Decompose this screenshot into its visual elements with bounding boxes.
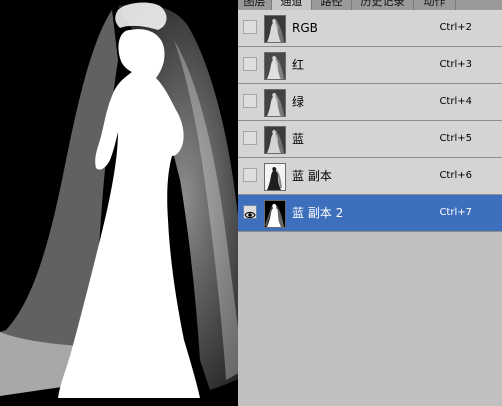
- channel-thumbnail: [264, 89, 286, 117]
- channel-name: 蓝 副本 2: [292, 206, 344, 220]
- visibility-toggle[interactable]: [243, 94, 257, 108]
- channel-list: RGB Ctrl+2 红 Ctrl+3 绿 Ctrl+4 蓝 Ctrl+5 蓝 …: [238, 10, 502, 232]
- eye-icon: [244, 211, 256, 219]
- channel-row-red[interactable]: 红 Ctrl+3: [238, 47, 502, 84]
- channel-thumbnail: [264, 163, 286, 191]
- visibility-toggle[interactable]: [243, 20, 257, 34]
- channel-name: 蓝: [292, 132, 305, 146]
- channel-row-blue[interactable]: 蓝 Ctrl+5: [238, 121, 502, 158]
- bride-mask-image: [0, 2, 252, 399]
- tab-history[interactable]: 历史记录: [352, 0, 414, 10]
- tab-paths[interactable]: 路径: [312, 0, 352, 10]
- channel-row-green[interactable]: 绿 Ctrl+4: [238, 84, 502, 121]
- panel-tab-bar: 图层 通道 路径 历史记录 动作: [238, 0, 502, 10]
- tab-layers[interactable]: 图层: [238, 0, 272, 10]
- channel-shortcut: Ctrl+2: [439, 22, 472, 33]
- channel-row-rgb[interactable]: RGB Ctrl+2: [238, 10, 502, 47]
- channel-shortcut: Ctrl+7: [439, 207, 472, 218]
- channel-name: 绿: [292, 95, 305, 109]
- channel-shortcut: Ctrl+6: [439, 170, 472, 181]
- channel-name: 蓝 副本: [292, 169, 332, 183]
- channel-thumbnail: [264, 200, 286, 228]
- visibility-toggle[interactable]: [243, 57, 257, 71]
- channel-thumbnail: [264, 15, 286, 43]
- channel-shortcut: Ctrl+5: [439, 133, 472, 144]
- visibility-toggle[interactable]: [243, 131, 257, 145]
- visibility-toggle[interactable]: [243, 168, 257, 182]
- channel-shortcut: Ctrl+4: [439, 96, 472, 107]
- channel-name: RGB: [292, 21, 318, 35]
- channel-shortcut: Ctrl+3: [439, 59, 472, 70]
- channels-panel: 图层 通道 路径 历史记录 动作 RGB Ctrl+2 红 Ctrl+3 绿 C…: [238, 0, 502, 406]
- channel-thumbnail: [264, 126, 286, 154]
- channel-thumbnail: [264, 52, 286, 80]
- channel-row-blue-copy-2[interactable]: 蓝 副本 2 Ctrl+7: [238, 195, 502, 232]
- tab-channels[interactable]: 通道: [272, 0, 312, 10]
- channel-name: 红: [292, 58, 305, 72]
- photoshop-workspace: 图层 通道 路径 历史记录 动作 RGB Ctrl+2 红 Ctrl+3 绿 C…: [0, 0, 502, 406]
- tab-actions[interactable]: 动作: [414, 0, 456, 10]
- visibility-toggle[interactable]: [243, 205, 257, 219]
- channel-row-blue-copy[interactable]: 蓝 副本 Ctrl+6: [238, 158, 502, 195]
- document-canvas[interactable]: [0, 0, 260, 406]
